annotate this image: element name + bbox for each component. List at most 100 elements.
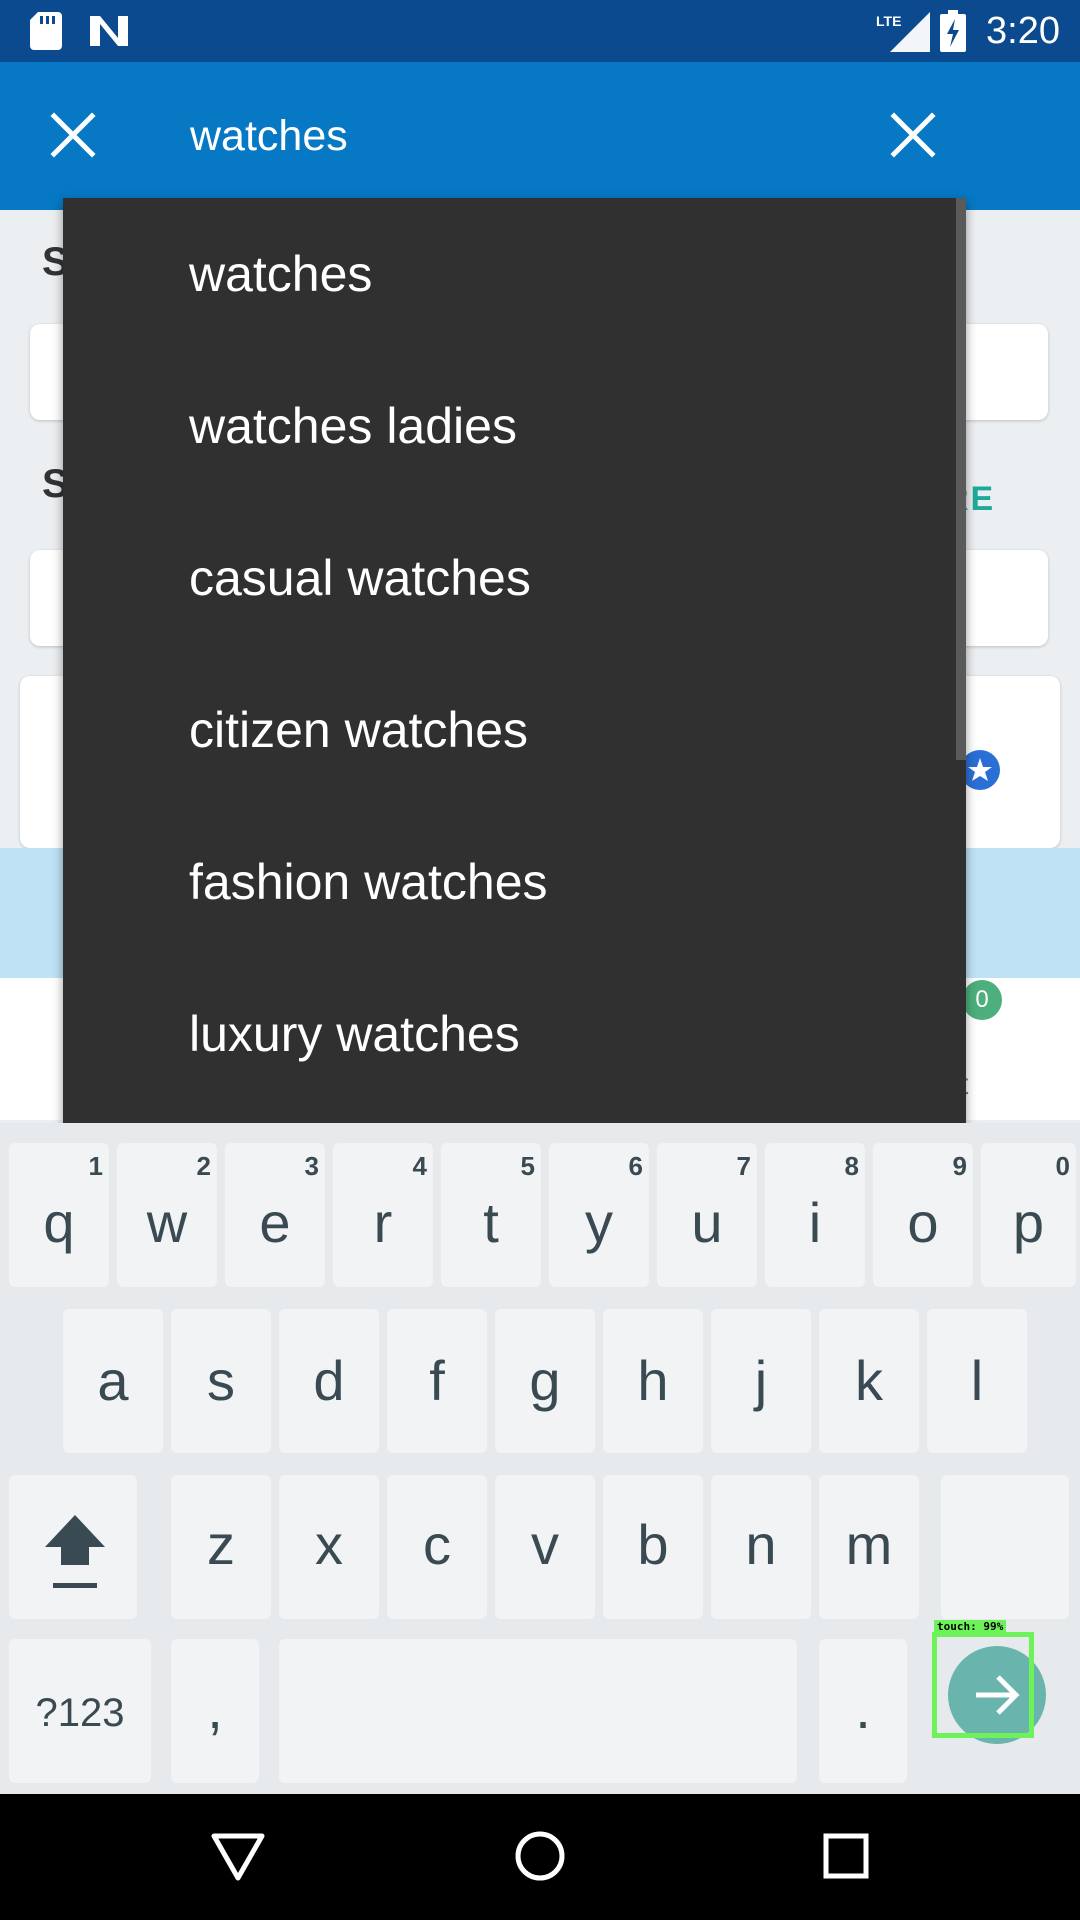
shift-icon <box>45 1515 105 1588</box>
key-char: r <box>373 1191 393 1254</box>
home-circle-icon[interactable] <box>512 1828 568 1884</box>
key-char: n <box>745 1513 777 1576</box>
close-icon[interactable] <box>50 112 96 158</box>
key-w[interactable]: 2w <box>117 1143 217 1287</box>
suggestion-label: casual watches <box>189 550 531 606</box>
suggestion-label: fashion watches <box>189 854 548 910</box>
n-notification-icon <box>90 16 128 46</box>
key-g[interactable]: g <box>495 1309 595 1453</box>
key-d[interactable]: d <box>279 1309 379 1453</box>
key-char: w <box>146 1191 188 1254</box>
space-key[interactable] <box>279 1639 797 1783</box>
key-hint: 8 <box>844 1151 859 1181</box>
key-e[interactable]: 3e <box>225 1143 325 1287</box>
suggestion-item[interactable]: fashion watches <box>63 806 956 958</box>
lte-signal-icon: LTE <box>876 12 930 52</box>
key-char: y <box>585 1191 613 1254</box>
key-hint: 9 <box>952 1151 967 1181</box>
key-hint: 0 <box>1055 1151 1070 1181</box>
key-hint: 7 <box>736 1151 751 1181</box>
key-l[interactable]: l <box>927 1309 1027 1453</box>
suggestion-item[interactable]: watches ladies <box>63 350 956 502</box>
key-char: o <box>907 1191 939 1254</box>
key-char: z <box>207 1513 235 1576</box>
key-char: , <box>207 1677 223 1740</box>
star-logo-icon <box>960 750 1000 790</box>
key-p[interactable]: 0p <box>981 1143 1076 1287</box>
svg-text:LTE: LTE <box>876 13 901 29</box>
search-input[interactable]: watches <box>190 110 348 162</box>
back-triangle-icon[interactable] <box>210 1828 266 1884</box>
key-char: s <box>207 1349 235 1412</box>
key-char: e <box>259 1191 291 1254</box>
key-c[interactable]: c <box>387 1475 487 1619</box>
key-char: u <box>691 1191 723 1254</box>
key-char: b <box>637 1513 669 1576</box>
key-h[interactable]: h <box>603 1309 703 1453</box>
shift-key[interactable] <box>9 1475 137 1619</box>
backspace-key[interactable] <box>941 1475 1069 1619</box>
key-char: h <box>637 1349 669 1412</box>
key-r[interactable]: 4r <box>333 1143 433 1287</box>
sd-card-icon <box>30 12 62 50</box>
suggestion-item[interactable]: watches <box>63 198 956 350</box>
key-hint: 3 <box>304 1151 319 1181</box>
key-s[interactable]: s <box>171 1309 271 1453</box>
key-o[interactable]: 9o <box>873 1143 973 1287</box>
cart-badge: 0 <box>962 980 1002 1020</box>
dropdown-scrollbar[interactable] <box>956 198 966 760</box>
key-hint: 6 <box>628 1151 643 1181</box>
key-char: p <box>1012 1191 1045 1254</box>
key-char: x <box>315 1513 343 1576</box>
key-t[interactable]: 5t <box>441 1143 541 1287</box>
key-hint: 4 <box>412 1151 427 1181</box>
symbols-key[interactable]: ?123 <box>9 1639 151 1783</box>
key-hint: 5 <box>520 1151 535 1181</box>
suggestion-label: citizen watches <box>189 702 529 758</box>
comma-key[interactable]: , <box>171 1639 259 1783</box>
key-char: f <box>429 1349 445 1412</box>
key-hint: 2 <box>196 1151 211 1181</box>
key-i[interactable]: 8i <box>765 1143 865 1287</box>
key-char: q <box>43 1191 75 1254</box>
status-time: 3:20 <box>986 10 1060 52</box>
key-n[interactable]: n <box>711 1475 811 1619</box>
battery-charging-icon <box>940 10 966 52</box>
key-char: d <box>313 1349 345 1412</box>
key-b[interactable]: b <box>603 1475 703 1619</box>
key-char: ?123 <box>35 1691 125 1735</box>
key-m[interactable]: m <box>819 1475 919 1619</box>
key-f[interactable]: f <box>387 1309 487 1453</box>
key-k[interactable]: k <box>819 1309 919 1453</box>
key-char: t <box>483 1191 499 1254</box>
key-hint: 1 <box>88 1151 103 1181</box>
key-char: l <box>970 1349 984 1412</box>
key-u[interactable]: 7u <box>657 1143 757 1287</box>
suggestion-label: luxury watches <box>189 1006 520 1062</box>
suggestion-item[interactable]: citizen watches <box>63 654 956 806</box>
suggestion-item[interactable]: luxury watches <box>63 958 956 1110</box>
suggestions-dropdown: watches watches ladies casual watches ci… <box>63 198 966 1123</box>
key-char: . <box>855 1677 871 1740</box>
key-z[interactable]: z <box>171 1475 271 1619</box>
suggestion-label: watches <box>189 246 373 302</box>
key-q[interactable]: 1q <box>9 1143 109 1287</box>
soft-keyboard: 1q 2w 3e 4r 5t 6y 7u 8i 9o 0p a s d f g … <box>0 1123 1080 1794</box>
key-char: m <box>845 1513 893 1576</box>
key-a[interactable]: a <box>63 1309 163 1453</box>
key-y[interactable]: 6y <box>549 1143 649 1287</box>
key-v[interactable]: v <box>495 1475 595 1619</box>
recent-square-icon[interactable] <box>818 1828 874 1884</box>
touch-indicator-box <box>932 1632 1034 1738</box>
period-key[interactable]: . <box>819 1639 907 1783</box>
key-char: g <box>529 1349 561 1412</box>
key-char: k <box>855 1349 883 1412</box>
navigation-bar <box>0 1794 1080 1920</box>
touch-indicator-label: touch: 99% <box>934 1620 1007 1634</box>
key-j[interactable]: j <box>711 1309 811 1453</box>
key-x[interactable]: x <box>279 1475 379 1619</box>
clear-icon[interactable] <box>890 112 936 158</box>
search-app-bar: watches <box>0 62 1080 210</box>
suggestion-item[interactable]: casual watches <box>63 502 956 654</box>
key-char: i <box>808 1191 822 1254</box>
